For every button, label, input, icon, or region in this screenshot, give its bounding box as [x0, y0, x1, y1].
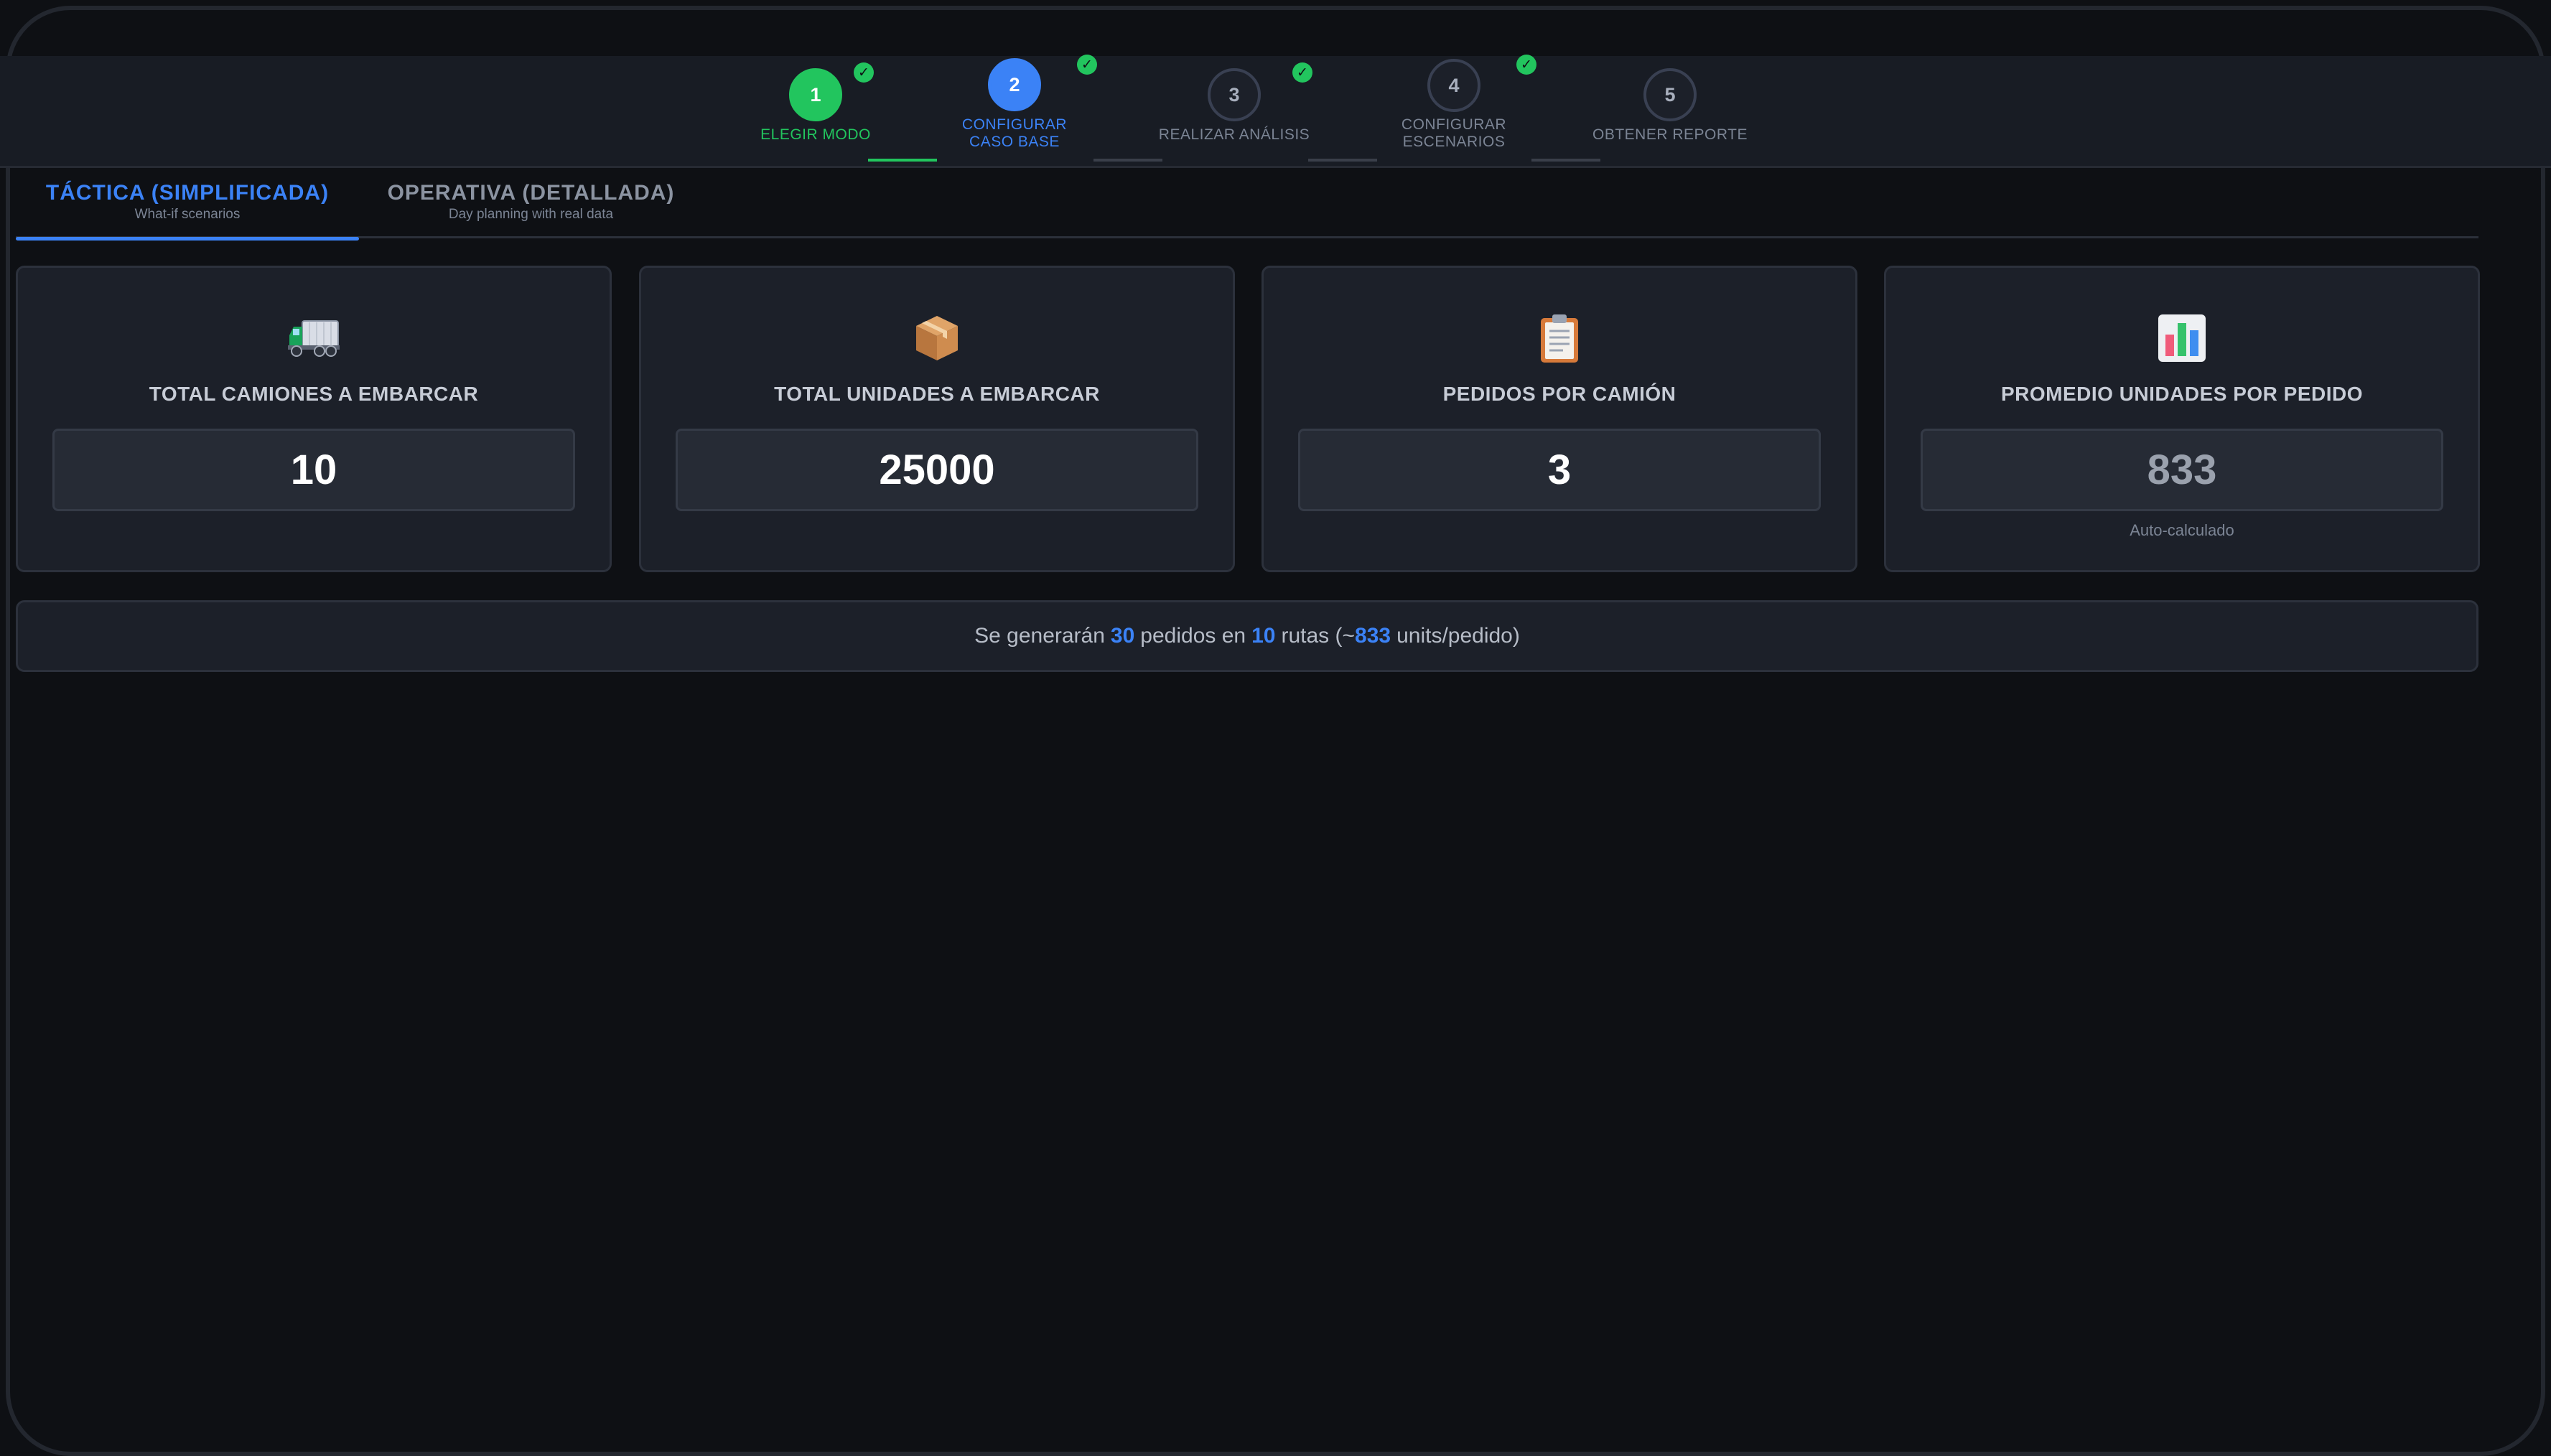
tab-title: TÁCTICA (SIMPLIFICADA)	[45, 181, 330, 205]
step-number: 2	[988, 58, 1041, 111]
card-pedidos-por-camion: PEDIDOS POR CAMIÓN 3	[1261, 266, 1857, 572]
check-icon: ✓	[1516, 55, 1536, 75]
summary-text: units/pedido)	[1396, 624, 1520, 648]
stepper: 1 ELEGIR MODO ✓ 2 CONFIGURAR CASO BASE ✓…	[0, 55, 2551, 168]
tab-subtitle: What-if scenarios	[134, 207, 241, 222]
step-label: ELEGIR MODO	[760, 126, 871, 143]
card-label: TOTAL CAMIONES A EMBARCAR	[149, 383, 479, 405]
summary-text: pedidos en	[1140, 624, 1246, 648]
card-label: PEDIDOS POR CAMIÓN	[1442, 383, 1676, 405]
step-label: OBTENER REPORTE	[1592, 126, 1748, 143]
step-label: CONFIGURAR CASO BASE	[961, 116, 1068, 150]
truck-icon	[286, 311, 341, 365]
card-total-unidades: TOTAL UNIDADES A EMBARCAR 25000	[639, 266, 1235, 572]
summary-orders-count: 30	[1110, 624, 1135, 648]
step-number: 5	[1643, 68, 1697, 121]
card-total-camiones: TOTAL CAMIONES A EMBARCAR 10	[16, 266, 612, 572]
check-icon: ✓	[1292, 62, 1312, 83]
summary-avg-units: 833	[1355, 624, 1391, 648]
step-label: CONFIGURAR ESCENARIOS	[1401, 116, 1507, 150]
generation-summary: Se generarán 30 pedidos en 10 rutas (~ 8…	[16, 600, 2478, 672]
step-obtener-reporte[interactable]: 5 OBTENER REPORTE	[1562, 56, 1778, 168]
card-label: PROMEDIO UNIDADES POR PEDIDO	[2000, 383, 2364, 405]
pedidos-por-camion-input[interactable]: 3	[1298, 429, 1821, 511]
card-label: TOTAL UNIDADES A EMBARCAR	[774, 383, 1100, 405]
total-unidades-input[interactable]: 25000	[676, 429, 1198, 511]
step-number: 4	[1427, 59, 1480, 112]
mode-tabs: TÁCTICA (SIMPLIFICADA) What-if scenarios…	[16, 168, 2478, 241]
step-number: 3	[1208, 68, 1261, 121]
step-elegir-modo[interactable]: 1 ELEGIR MODO	[708, 56, 923, 168]
summary-text: rutas (~	[1281, 624, 1356, 648]
promedio-unidades-value: 833	[1921, 429, 2443, 511]
clipboard-icon	[1532, 311, 1587, 365]
total-camiones-input[interactable]: 10	[52, 429, 575, 511]
summary-text: Se generarán	[974, 624, 1105, 648]
tab-tactica[interactable]: TÁCTICA (SIMPLIFICADA) What-if scenarios	[16, 168, 359, 241]
check-icon: ✓	[854, 62, 874, 83]
tab-operativa[interactable]: OPERATIVA (DETALLADA) Day planning with …	[359, 168, 703, 238]
bar-chart-icon	[2155, 311, 2209, 365]
package-icon	[910, 311, 964, 365]
summary-routes-count: 10	[1251, 624, 1276, 648]
step-label: REALIZAR ANÁLISIS	[1158, 126, 1310, 143]
tab-subtitle: Day planning with real data	[448, 207, 614, 222]
tab-title: OPERATIVA (DETALLADA)	[387, 181, 675, 205]
check-icon: ✓	[1077, 55, 1097, 75]
card-promedio-unidades: PROMEDIO UNIDADES POR PEDIDO 833 Auto-ca…	[1884, 266, 2480, 572]
step-number: 1	[789, 68, 842, 121]
auto-calculated-note: Auto-calculado	[2130, 521, 2234, 539]
